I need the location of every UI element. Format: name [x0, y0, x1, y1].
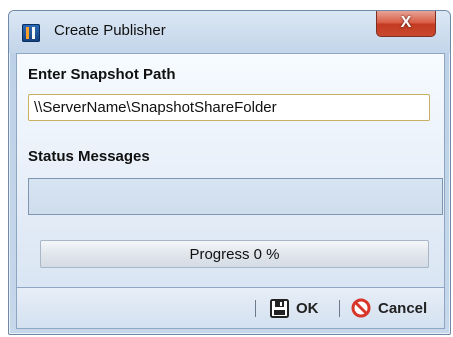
status-messages-label: Status Messages	[28, 148, 150, 165]
cancel-button[interactable]: Cancel	[351, 297, 427, 319]
close-button[interactable]: X	[376, 11, 436, 37]
progress-label: Progress 0 %	[189, 246, 280, 263]
ok-button-label: OK	[296, 299, 319, 317]
separator	[255, 300, 256, 317]
cancel-button-label: Cancel	[378, 299, 428, 317]
status-messages-box	[28, 178, 443, 215]
create-publisher-dialog: Create Publisher X Enter Snapshot Path S…	[8, 10, 451, 335]
window-title: Create Publisher	[54, 22, 166, 39]
snapshot-path-label: Enter Snapshot Path	[28, 66, 176, 83]
dialog-content: Enter Snapshot Path Status Messages Prog…	[16, 53, 445, 329]
title-bar[interactable]: Create Publisher X	[9, 11, 450, 53]
progress-bar: Progress 0 %	[40, 240, 429, 268]
separator	[339, 300, 340, 317]
ok-button[interactable]: OK	[270, 297, 319, 319]
button-bar: OK Cancel	[17, 287, 444, 328]
prohibited-icon	[351, 298, 371, 318]
floppy-disk-icon	[270, 298, 289, 318]
snapshot-path-input[interactable]	[28, 94, 430, 121]
publisher-icon	[22, 24, 40, 42]
